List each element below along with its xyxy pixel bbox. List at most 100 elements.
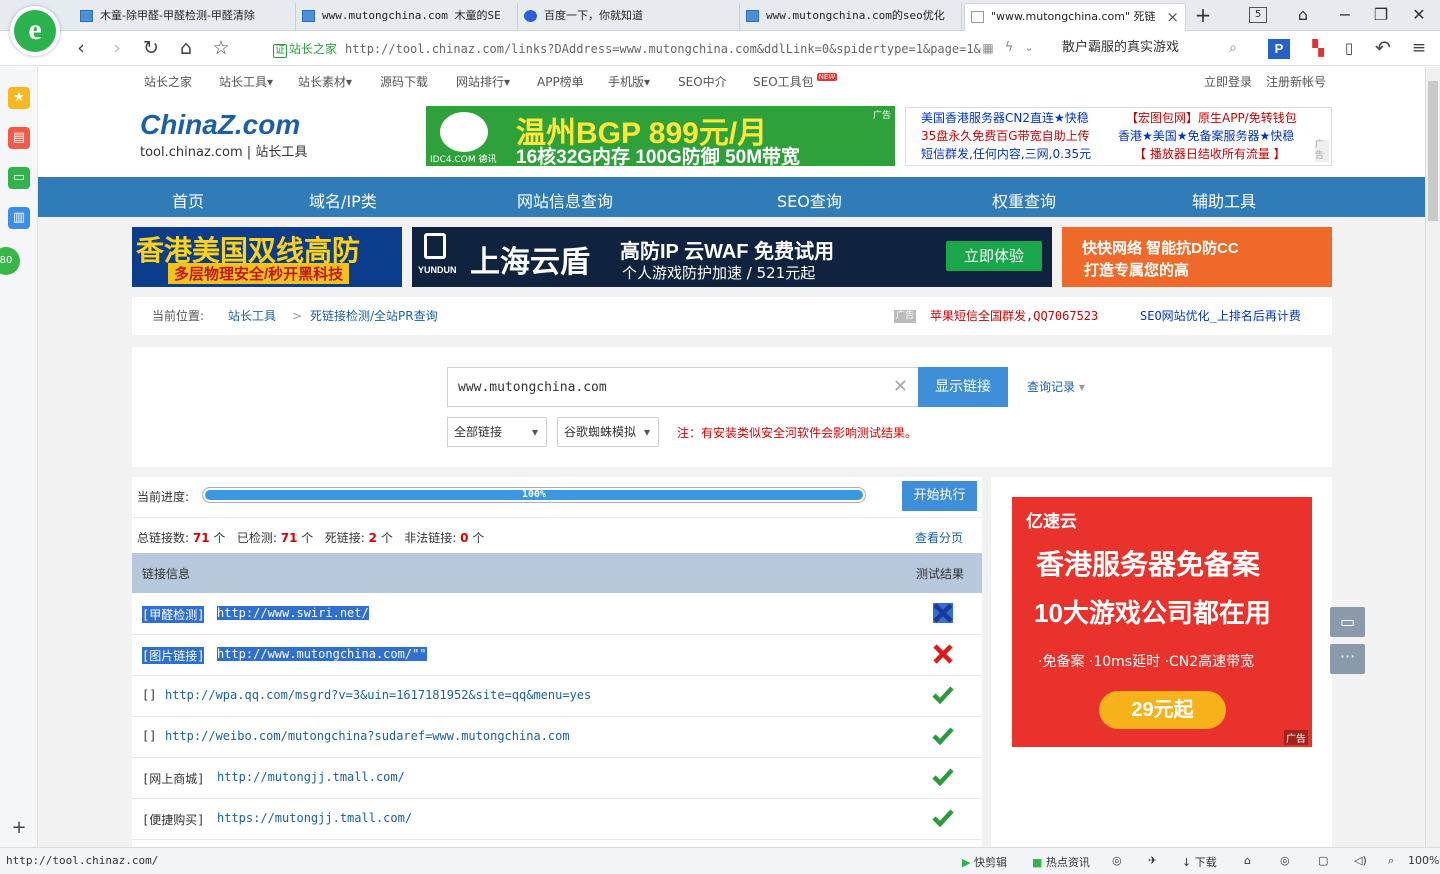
- zoom-level[interactable]: 100%: [1408, 854, 1439, 867]
- url-input[interactable]: www.mutongchina.com ✕: [447, 367, 919, 407]
- forward-button[interactable]: ›: [104, 36, 130, 60]
- restore-button[interactable]: ❐: [1370, 4, 1392, 26]
- status-icon-3[interactable]: ⌂: [1244, 854, 1251, 867]
- banner-brand: IDC4.COM 德讯: [430, 155, 497, 165]
- banner-ad-hk-us[interactable]: 香港美国双线高防 多层物理安全/秒开黑科技: [132, 227, 402, 287]
- topnav-mobile[interactable]: 手机版▾: [608, 73, 650, 90]
- link-url[interactable]: http://www.swiri.net/: [217, 606, 369, 620]
- nav-seo[interactable]: SEO查询: [777, 188, 842, 212]
- show-links-button[interactable]: 显示链接: [918, 367, 1008, 407]
- status-icon-5[interactable]: ▢: [1318, 854, 1328, 867]
- close-tab-icon[interactable]: ×: [1166, 4, 1179, 30]
- text-ad[interactable]: 短信群发,任何内容,三网,0.35元: [921, 146, 1091, 163]
- tv-icon[interactable]: ▭: [8, 167, 30, 189]
- chevron-down-icon[interactable]: ⌄: [1016, 36, 1042, 60]
- link-url[interactable]: http://weibo.com/mutongchina?sudaref=www…: [165, 729, 570, 743]
- topnav-tools[interactable]: 站长工具▾: [219, 73, 273, 90]
- check-icon: [932, 684, 954, 706]
- more-options-icon[interactable]: ···: [1330, 644, 1365, 674]
- text-ad[interactable]: 【宏图包网】原生APP/免转钱包: [1126, 110, 1297, 127]
- status-icon-4[interactable]: ◎: [1280, 854, 1290, 867]
- spider-type-select[interactable]: 谷歌蜘蛛模拟 ▾: [557, 417, 659, 447]
- text-ad[interactable]: 美国香港服务器CN2直连★快稳: [921, 110, 1089, 127]
- breadcrumb-text-ad[interactable]: SEO网站优化_上排名后再计费: [1140, 297, 1301, 335]
- tab-5-active[interactable]: "www.mutongchina.com" 死链接 ×: [964, 3, 1186, 31]
- notes-icon[interactable]: ▤: [8, 127, 30, 149]
- search-icon[interactable]: ⌕: [1220, 36, 1246, 60]
- p-plugin-icon[interactable]: P: [1268, 39, 1290, 59]
- link-type-select[interactable]: 全部链接 ▾: [447, 417, 547, 447]
- favorites-star-icon[interactable]: ★: [8, 87, 30, 109]
- undo-icon[interactable]: ↶: [1370, 36, 1396, 60]
- nav-home[interactable]: 首页: [172, 188, 204, 212]
- tab-3[interactable]: 百度一下，你就知道: [518, 3, 740, 31]
- link-label: [网上商城]: [142, 772, 205, 786]
- tab-count-button[interactable]: 5: [1249, 7, 1267, 23]
- hot-news-button[interactable]: ■ 热点资讯: [1032, 854, 1090, 870]
- banner-ad-yundun[interactable]: YUNDUN 上海云盾 高防IP 云WAF 免费试用 个人游戏防护加速 / 52…: [412, 227, 1052, 287]
- topnav-seo-agent[interactable]: SEO中介: [678, 73, 727, 90]
- nav-weight[interactable]: 权重查询: [992, 188, 1056, 212]
- link-url[interactable]: http://mutongjj.tmall.com/: [217, 770, 405, 784]
- topnav-source[interactable]: 源码下载: [380, 73, 428, 90]
- url-field[interactable]: 证站长之家 http://tool.chinaz.com/links?DAddre…: [262, 36, 1042, 62]
- login-link[interactable]: 立即登录: [1204, 73, 1252, 90]
- tab-2[interactable]: www.mutongchina.com 木童的SE: [296, 3, 518, 31]
- favorite-star-icon[interactable]: ☆: [208, 36, 234, 60]
- tab-4[interactable]: www.mutongchina.com的seo优化: [740, 3, 962, 31]
- close-window-button[interactable]: ✕: [1408, 4, 1430, 26]
- link-url[interactable]: http://www.mutongchina.com/"": [217, 647, 427, 661]
- shirt-skin-icon[interactable]: ⌂: [1292, 4, 1314, 26]
- text-ad[interactable]: 35盘永久免费百G带宽自助上传: [921, 128, 1090, 145]
- try-now-button[interactable]: 立即体验: [946, 241, 1042, 271]
- vertical-scrollbar[interactable]: [1425, 67, 1440, 847]
- register-link[interactable]: 注册新帐号: [1266, 73, 1326, 90]
- topnav-home[interactable]: 站长之家: [144, 73, 192, 90]
- banner-ad-kuaikuai[interactable]: 快快网络 智能抗D防CC 打造专属您的高: [1062, 227, 1332, 287]
- reload-button[interactable]: ↻: [138, 36, 164, 60]
- topnav-materials[interactable]: 站长素材▾: [298, 73, 352, 90]
- topnav-seo-pack[interactable]: SEO工具包 NEW: [753, 73, 838, 90]
- feedback-icon[interactable]: ▭: [1330, 607, 1365, 637]
- status-icon-1[interactable]: ◎: [1112, 854, 1122, 867]
- mobile-icon[interactable]: ▯: [1336, 36, 1362, 60]
- breadcrumb-text-ad[interactable]: 苹果短信全国群发,QQ7067523: [930, 297, 1098, 335]
- scroll-thumb[interactable]: [1428, 81, 1438, 221]
- text-ad[interactable]: 【 播放器日结收所有流量 】: [1134, 146, 1286, 163]
- start-button[interactable]: 开始执行: [902, 481, 977, 511]
- nav-domain-ip[interactable]: 域名/IP类: [309, 188, 377, 212]
- volume-icon[interactable]: ◁): [1354, 854, 1367, 867]
- status-icon-2[interactable]: ✈: [1148, 854, 1157, 867]
- banner-ad-bgp[interactable]: IDC4.COM 德讯 温州BGP 899元/月 16核32G内存 100G防御…: [426, 106, 895, 166]
- browser-logo[interactable]: e: [10, 6, 60, 56]
- price-button[interactable]: 29元起: [1099, 691, 1226, 729]
- back-button[interactable]: ‹: [68, 36, 94, 60]
- query-history-link[interactable]: 查询记录 ▾: [1027, 378, 1085, 395]
- minimize-button[interactable]: −: [1334, 4, 1356, 26]
- apps-colorful-icon[interactable]: ▚: [1305, 36, 1331, 60]
- home-button[interactable]: ⌂: [173, 36, 199, 60]
- clear-input-icon[interactable]: ✕: [893, 376, 908, 397]
- side-ad-yisu[interactable]: 亿速云 香港服务器免备案 10大游戏公司都在用 ·免备案 ·10ms延时 ·CN…: [1012, 497, 1312, 747]
- document-icon[interactable]: ▥: [8, 207, 30, 229]
- download-button[interactable]: ↓ 下载: [1182, 854, 1217, 870]
- topnav-rank[interactable]: 网站排行▾: [456, 73, 510, 90]
- menu-icon[interactable]: ≡: [1406, 36, 1432, 60]
- zoom-icon[interactable]: ⌕: [1388, 854, 1394, 868]
- add-icon[interactable]: +: [8, 817, 30, 839]
- link-url[interactable]: http://wpa.qq.com/msgrd?v=3&uin=16171819…: [165, 688, 591, 702]
- breadcrumb-current-link[interactable]: 死链接检测/全站PR查询: [310, 297, 438, 335]
- link-url[interactable]: https://mutongjj.tmall.com/: [217, 811, 412, 825]
- new-tab-button[interactable]: +: [1192, 4, 1214, 26]
- speed-ball-badge[interactable]: 80: [0, 247, 20, 275]
- view-paging-link[interactable]: 查看分页: [915, 529, 963, 546]
- nav-aux-tools[interactable]: 辅助工具: [1192, 188, 1256, 212]
- text-ad[interactable]: 香港★美国★免备案服务器★快稳: [1118, 128, 1294, 145]
- breadcrumb-tools-link[interactable]: 站长工具: [228, 297, 276, 335]
- chinaz-logo[interactable]: ChinaZ.com tool.chinaz.com | 站长工具: [140, 109, 307, 160]
- topnav-app[interactable]: APP榜单: [537, 73, 584, 90]
- clip-button[interactable]: ▶ 快剪辑: [962, 854, 1007, 870]
- tab-1[interactable]: 木童-除甲醛-甲醛检测-甲醛清除: [74, 3, 296, 31]
- nav-site-info[interactable]: 网站信息查询: [517, 188, 613, 212]
- progress-bar: 100%: [202, 487, 866, 503]
